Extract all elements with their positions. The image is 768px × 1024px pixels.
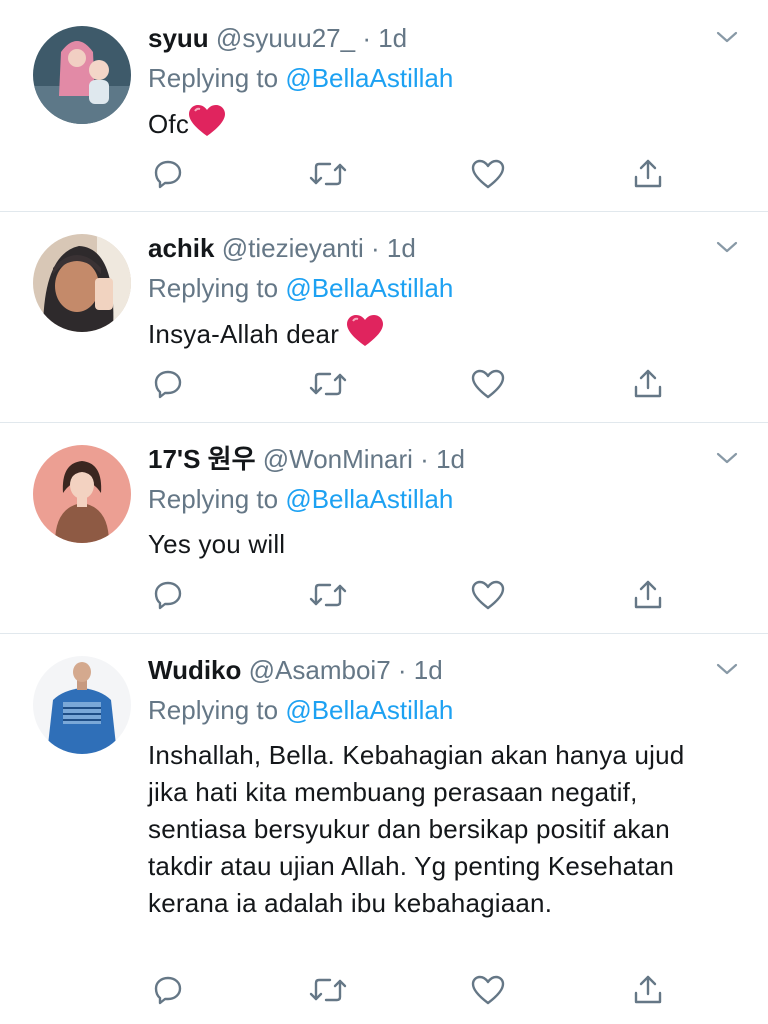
reply-icon[interactable] [148, 970, 188, 1010]
tweet-actions [148, 970, 668, 1010]
tweet-actions [148, 364, 668, 404]
retweet-icon[interactable] [308, 364, 348, 404]
heart-emoji-icon [189, 105, 226, 147]
user-handle[interactable]: @WonMinari [263, 444, 413, 474]
tweet-header: Wudiko @Asamboi7 · 1d [148, 652, 738, 688]
reply-icon[interactable] [148, 364, 188, 404]
tweet-header: syuu @syuuu27_ · 1d [148, 20, 738, 56]
tweet-actions [148, 154, 668, 194]
timestamp[interactable]: 1d [436, 444, 465, 474]
timestamp[interactable]: 1d [387, 233, 416, 263]
like-icon[interactable] [468, 154, 508, 194]
tweet-header: 17'S 원우 @WonMinari · 1d [148, 441, 738, 477]
separator-dot: · [397, 655, 407, 685]
user-handle[interactable]: @Asamboi7 [249, 655, 391, 685]
user-handle[interactable]: @syuuu27_ [216, 23, 355, 53]
replying-to: Replying to @BellaAstillah [148, 480, 738, 518]
tweet[interactable]: Wudiko @Asamboi7 · 1d Replying to @Bella… [0, 634, 768, 1024]
tweet-header: achik @tiezieyanti · 1d [148, 230, 738, 266]
like-icon[interactable] [468, 364, 508, 404]
tweet-text: Insya-Allah dear [148, 315, 738, 357]
tweet-body: Insya-Allah dear [148, 319, 347, 349]
separator-dot: · [370, 233, 380, 263]
share-icon[interactable] [628, 970, 668, 1010]
tweet-text: Yes you will [148, 529, 286, 559]
tweet[interactable]: 17'S 원우 @WonMinari · 1d Replying to @Bel… [0, 423, 768, 634]
avatar[interactable] [33, 445, 131, 543]
replying-to: Replying to @BellaAstillah [148, 59, 738, 97]
tweet-body: Ofc [148, 109, 190, 139]
mention-link[interactable]: @BellaAstillah [285, 63, 453, 93]
timestamp[interactable]: 1d [414, 655, 443, 685]
reply-icon[interactable] [148, 575, 188, 615]
avatar[interactable] [33, 26, 131, 124]
reply-feed: syuu @syuuu27_ · 1d Replying to @BellaAs… [0, 0, 768, 1024]
avatar[interactable] [33, 234, 131, 332]
mention-link[interactable]: @BellaAstillah [285, 695, 453, 725]
separator-dot: · [362, 23, 371, 53]
retweet-icon[interactable] [308, 154, 348, 194]
user-handle[interactable]: @tiezieyanti [222, 233, 364, 263]
separator-dot: · [420, 444, 429, 474]
like-icon[interactable] [468, 575, 508, 615]
mention-link[interactable]: @BellaAstillah [285, 273, 453, 303]
heart-emoji-icon [346, 315, 383, 357]
timestamp[interactable]: 1d [378, 23, 407, 53]
replying-to-label: Replying to [148, 484, 279, 514]
tweet[interactable]: achik @tiezieyanti · 1d Replying to @Bel… [0, 212, 768, 423]
like-icon[interactable] [468, 970, 508, 1010]
replying-to-label: Replying to [148, 273, 279, 303]
replying-to: Replying to @BellaAstillah [148, 269, 738, 307]
share-icon[interactable] [628, 154, 668, 194]
reply-icon[interactable] [148, 154, 188, 194]
replying-to-label: Replying to [148, 695, 279, 725]
replying-to: Replying to @BellaAstillah [148, 691, 738, 729]
chevron-down-icon[interactable] [716, 662, 738, 681]
chevron-down-icon[interactable] [716, 451, 738, 470]
retweet-icon[interactable] [308, 575, 348, 615]
replying-to-label: Replying to [148, 63, 279, 93]
tweet-text: Inshallah, Bella. Kebahagian akan hanya … [148, 740, 685, 918]
tweet[interactable]: syuu @syuuu27_ · 1d Replying to @BellaAs… [0, 0, 768, 212]
display-name[interactable]: Wudiko [148, 655, 241, 685]
display-name[interactable]: achik [148, 233, 215, 263]
tweet-text: Ofc [148, 105, 738, 147]
avatar[interactable] [33, 656, 131, 754]
share-icon[interactable] [628, 575, 668, 615]
chevron-down-icon[interactable] [716, 240, 738, 259]
display-name[interactable]: syuu [148, 23, 209, 53]
retweet-icon[interactable] [308, 970, 348, 1010]
display-name[interactable]: 17'S 원우 [148, 444, 256, 474]
mention-link[interactable]: @BellaAstillah [285, 484, 453, 514]
chevron-down-icon[interactable] [716, 30, 738, 49]
share-icon[interactable] [628, 364, 668, 404]
tweet-actions [148, 575, 668, 615]
